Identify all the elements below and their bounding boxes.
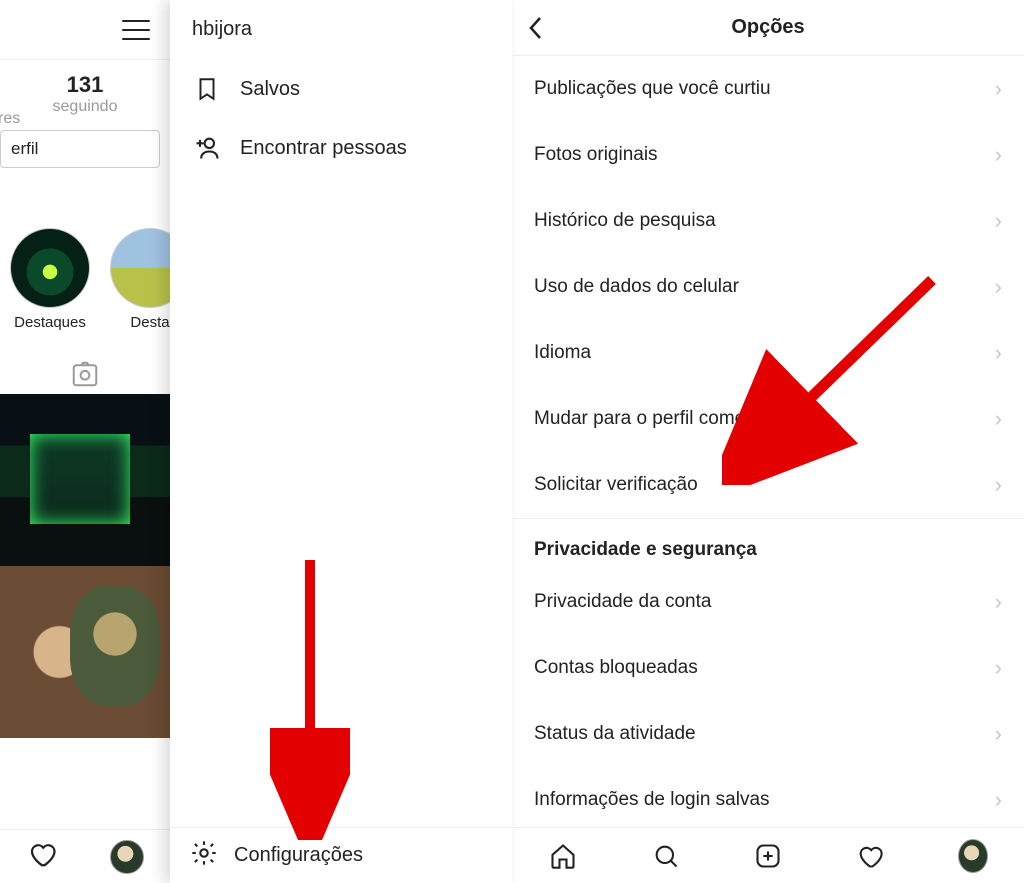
profile-avatar-icon[interactable] (110, 840, 144, 874)
option-saved-login-label: Informações de login salvas (534, 789, 770, 811)
following-count: 131 (0, 72, 170, 98)
slideover-username: hbijora (170, 0, 512, 60)
option-search-history-label: Histórico de pesquisa (534, 210, 716, 232)
highlight-1[interactable]: Destaques (10, 228, 90, 331)
chevron-right-icon: › (995, 472, 1002, 498)
options-title: Opções (731, 16, 804, 39)
bottom-nav-bar (512, 827, 1024, 883)
chevron-right-icon: › (995, 142, 1002, 168)
bottom-nav-left-partial (0, 829, 170, 883)
menu-item-find-people[interactable]: Encontrar pessoas (170, 118, 512, 178)
highlight-label-2: Desta (130, 314, 169, 331)
chevron-right-icon: › (995, 721, 1002, 747)
chevron-right-icon: › (995, 340, 1002, 366)
options-list[interactable]: Publicações que você curtiu › Fotos orig… (512, 56, 1024, 827)
options-header: Opções (512, 0, 1024, 56)
chevron-right-icon: › (995, 76, 1002, 102)
option-liked-posts[interactable]: Publicações que você curtiu › (512, 56, 1024, 122)
menu-item-find-people-label: Encontrar pessoas (240, 137, 407, 160)
highlight-label-1: Destaques (14, 314, 86, 331)
tagged-tab-icon[interactable] (70, 359, 100, 394)
right-screenshot: Opções Publicações que você curtiu › Fot… (512, 0, 1024, 883)
slideover-menu: hbijora Salvos Encontrar pessoa (170, 0, 512, 883)
menu-item-settings-label: Configurações (234, 844, 363, 867)
menu-item-saved-label: Salvos (240, 78, 300, 101)
followers-label-cut: res (0, 110, 20, 128)
option-cellular-data[interactable]: Uso de dados do celular › (512, 254, 1024, 320)
option-switch-business-label: Mudar para o perfil comercial (534, 408, 780, 430)
grid-tabs (0, 331, 170, 394)
option-switch-business[interactable]: Mudar para o perfil comercial › (512, 386, 1024, 452)
option-activity-status-label: Status da atividade (534, 723, 696, 745)
option-cellular-data-label: Uso de dados do celular (534, 276, 739, 298)
option-request-verification-label: Solicitar verificação (534, 474, 698, 496)
chevron-right-icon: › (995, 274, 1002, 300)
option-language-label: Idioma (534, 342, 591, 364)
option-original-photos[interactable]: Fotos originais › (512, 122, 1024, 188)
photo-1[interactable] (0, 394, 170, 566)
option-liked-posts-label: Publicações que você curtiu (534, 78, 771, 100)
add-person-icon (192, 134, 222, 162)
nav-search-icon[interactable] (651, 841, 681, 871)
back-chevron-icon[interactable] (526, 14, 546, 49)
option-blocked-accounts[interactable]: Contas bloqueadas › (512, 635, 1024, 701)
option-saved-login[interactable]: Informações de login salvas › (512, 767, 1024, 819)
menu-item-settings[interactable]: Configurações (170, 827, 512, 883)
highlight-thumb-1 (10, 228, 90, 308)
bookmark-icon (192, 76, 222, 102)
profile-top-bar (0, 0, 170, 60)
activity-heart-icon[interactable] (27, 839, 57, 874)
chevron-right-icon: › (995, 655, 1002, 681)
photo-grid (0, 394, 170, 738)
menu-item-saved[interactable]: Salvos (170, 60, 512, 118)
nav-activity-icon[interactable] (855, 841, 885, 871)
option-language[interactable]: Idioma › (512, 320, 1024, 386)
option-original-photos-label: Fotos originais (534, 144, 658, 166)
story-highlights: Destaques Desta (0, 168, 170, 331)
chevron-right-icon: › (995, 406, 1002, 432)
left-screenshot: 131 seguindo res erfil Destaques Desta (0, 0, 512, 883)
option-search-history[interactable]: Histórico de pesquisa › (512, 188, 1024, 254)
section-privacy-security: Privacidade e segurança (512, 519, 1024, 569)
option-account-privacy-label: Privacidade da conta (534, 591, 711, 613)
option-blocked-accounts-label: Contas bloqueadas (534, 657, 698, 679)
gear-icon (190, 839, 218, 873)
option-account-privacy[interactable]: Privacidade da conta › (512, 569, 1024, 635)
nav-home-icon[interactable] (548, 841, 578, 871)
profile-underlay: 131 seguindo res erfil Destaques Desta (0, 0, 170, 883)
option-request-verification[interactable]: Solicitar verificação › (512, 452, 1024, 518)
nav-add-post-icon[interactable] (753, 841, 783, 871)
chevron-right-icon: › (995, 208, 1002, 234)
chevron-right-icon: › (995, 589, 1002, 615)
photo-2[interactable] (0, 566, 170, 738)
edit-profile-button-cut[interactable]: erfil (0, 130, 160, 168)
chevron-right-icon: › (995, 787, 1002, 813)
hamburger-icon[interactable] (122, 20, 150, 40)
following-stat[interactable]: 131 seguindo (0, 60, 170, 116)
nav-profile-avatar-icon[interactable] (958, 841, 988, 871)
following-label: seguindo (0, 98, 170, 116)
option-activity-status[interactable]: Status da atividade › (512, 701, 1024, 767)
